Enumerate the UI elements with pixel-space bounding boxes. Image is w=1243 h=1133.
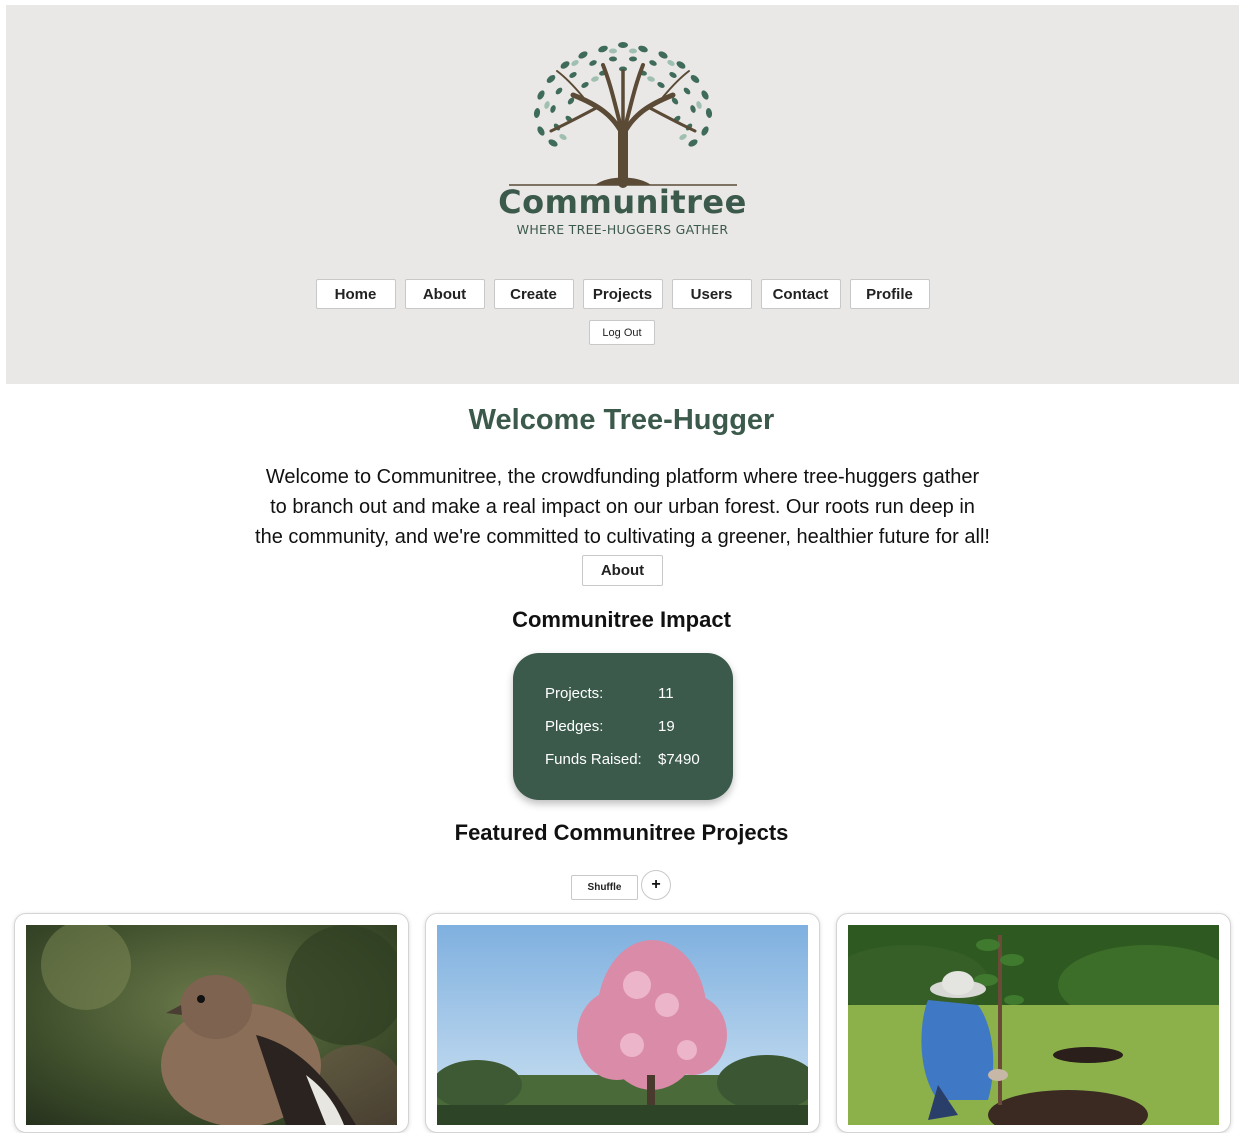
impact-label: Pledges: <box>545 718 604 735</box>
main-nav: Home About Create Projects Users Contact… <box>6 279 1239 309</box>
nav-users-button[interactable]: Users <box>671 279 752 309</box>
impact-row-projects: Projects: 11 <box>545 685 725 702</box>
impact-label: Projects: <box>545 685 604 702</box>
impact-row-pledges: Pledges: 19 <box>545 718 725 735</box>
project-card[interactable] <box>425 913 820 1133</box>
about-button[interactable]: About <box>582 555 663 586</box>
nav-about-button[interactable]: About <box>404 279 485 309</box>
nav-profile-button[interactable]: Profile <box>849 279 930 309</box>
logo[interactable] <box>6 35 1239 190</box>
logout-button[interactable]: Log Out <box>589 320 655 345</box>
nav-create-button[interactable]: Create <box>493 279 574 309</box>
impact-value: 19 <box>658 718 675 735</box>
project-card[interactable] <box>14 913 409 1133</box>
blossom-tree-photo[interactable] <box>437 925 808 1125</box>
intro-text: Welcome to Communitree, the crowdfunding… <box>255 466 990 548</box>
page-title: Welcome Tree-Hugger <box>468 404 775 436</box>
impact-title: Communitree Impact <box>512 607 731 632</box>
brand-tagline: WHERE TREE-HUGGERS GATHER <box>516 222 729 237</box>
project-card[interactable] <box>836 913 1231 1133</box>
site-header: Communitree WHERE TREE-HUGGERS GATHER Ho… <box>6 5 1239 384</box>
tree-logo-icon <box>508 42 737 188</box>
brand-name: Communitree <box>498 183 747 221</box>
impact-stats-card: Projects: 11 Pledges: 19 Funds Raised: $… <box>513 653 733 800</box>
shuffle-button[interactable]: Shuffle <box>571 875 638 900</box>
add-project-button[interactable]: + <box>641 870 671 900</box>
bird-photo[interactable] <box>26 925 397 1125</box>
nav-contact-button[interactable]: Contact <box>760 279 841 309</box>
impact-label: Funds Raised: <box>545 751 642 768</box>
featured-title: Featured Communitree Projects <box>454 820 789 845</box>
impact-value: $7490 <box>658 751 700 768</box>
nav-projects-button[interactable]: Projects <box>582 279 663 309</box>
gardener-planting-tree-photo[interactable] <box>848 925 1219 1125</box>
nav-home-button[interactable]: Home <box>315 279 396 309</box>
impact-value: 11 <box>658 685 674 702</box>
impact-row-funds: Funds Raised: $7490 <box>545 751 725 768</box>
